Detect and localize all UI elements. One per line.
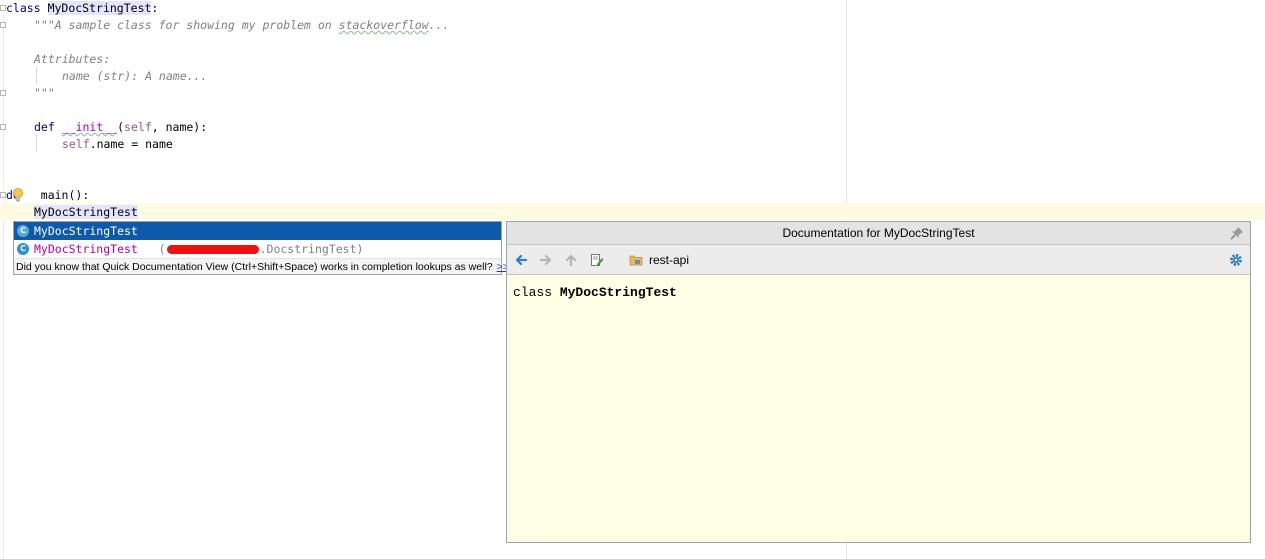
code-line-5[interactable]: name (str): A name... <box>62 68 207 85</box>
doc-title: Documentation for MyDocStringTest <box>782 226 975 240</box>
docstring-text: ... <box>428 18 450 32</box>
doc-class-name: MyDocStringTest <box>559 285 677 300</box>
completion-location: ( .DocstringTest) <box>145 242 364 256</box>
documentation-popup[interactable]: Documentation for MyDocStringTest rest-a… <box>506 221 1251 543</box>
spellcheck-word: stackoverflow <box>338 18 429 32</box>
params: , name): <box>151 120 208 134</box>
class-name: MyDocStringTest <box>47 1 152 15</box>
class-icon: C <box>17 243 29 255</box>
completion-label: MyDocStringTest <box>34 224 138 238</box>
fold-toggle-icon[interactable] <box>0 22 6 28</box>
indent-guide <box>36 135 37 152</box>
doc-title-bar[interactable]: Documentation for MyDocStringTest <box>507 222 1250 245</box>
doc-keyword: class <box>513 285 553 300</box>
paren: ( <box>117 120 125 134</box>
doc-toolbar: rest-api <box>507 245 1250 275</box>
code-line-2[interactable]: """A sample class for showing my problem… <box>34 17 449 34</box>
location-suffix: .DocstringTest) <box>259 242 364 256</box>
redacted-path <box>166 245 259 254</box>
magic-method: __init__ <box>61 120 118 134</box>
code-line-6[interactable]: """ <box>34 85 55 102</box>
doc-content: class MyDocStringTest <box>507 275 1250 310</box>
forward-arrow-icon[interactable] <box>539 253 553 267</box>
module-name: rest-api <box>649 253 690 267</box>
completion-item-selected[interactable]: C MyDocStringTest <box>14 222 501 240</box>
code-line-13[interactable]: MyDocStringTest <box>34 204 138 221</box>
code-line-1[interactable]: class MyDocStringTest: <box>6 0 158 17</box>
typed-identifier: MyDocStringTest <box>34 205 138 219</box>
docstring-text: """A sample class for showing my problem… <box>34 18 339 32</box>
code-line-8[interactable]: def __init__(self, name): <box>34 119 207 136</box>
hint-text: Did you know that Quick Documentation Vi… <box>16 261 493 273</box>
completion-item[interactable]: C MyDocStringTest ( .DocstringTest) <box>14 240 501 258</box>
completion-label: MyDocStringTest <box>34 242 138 256</box>
code-line-9[interactable]: self.name = name <box>62 136 173 153</box>
function-signature: main(): <box>33 188 90 202</box>
fold-toggle-icon[interactable] <box>0 124 6 130</box>
keyword-def: def <box>34 120 55 134</box>
completion-hint: Did you know that Quick Documentation Vi… <box>14 258 509 274</box>
current-line-highlight <box>0 203 1265 220</box>
fold-toggle-icon[interactable] <box>0 90 6 96</box>
location-open-paren: ( <box>158 242 166 256</box>
module-folder-icon <box>629 255 643 266</box>
code-line-4[interactable]: Attributes: <box>34 51 110 68</box>
colon: : <box>151 1 159 15</box>
completion-popup[interactable]: C MyDocStringTest C MyDocStringTest ( .Do… <box>13 221 509 275</box>
back-arrow-icon[interactable] <box>514 253 528 267</box>
gutter-separator <box>3 0 4 559</box>
keyword-class: class <box>6 1 41 15</box>
assignment: .name = name <box>89 137 173 151</box>
self-ref: self <box>62 137 90 151</box>
class-icon: C <box>17 225 29 237</box>
gear-icon[interactable] <box>1229 253 1243 267</box>
edit-source-icon[interactable] <box>590 253 604 267</box>
pin-icon[interactable] <box>1230 226 1244 240</box>
indent-guide <box>36 66 37 84</box>
up-arrow-icon[interactable] <box>564 253 578 267</box>
self-param: self <box>124 120 152 134</box>
lightbulb-icon[interactable] <box>12 188 24 202</box>
